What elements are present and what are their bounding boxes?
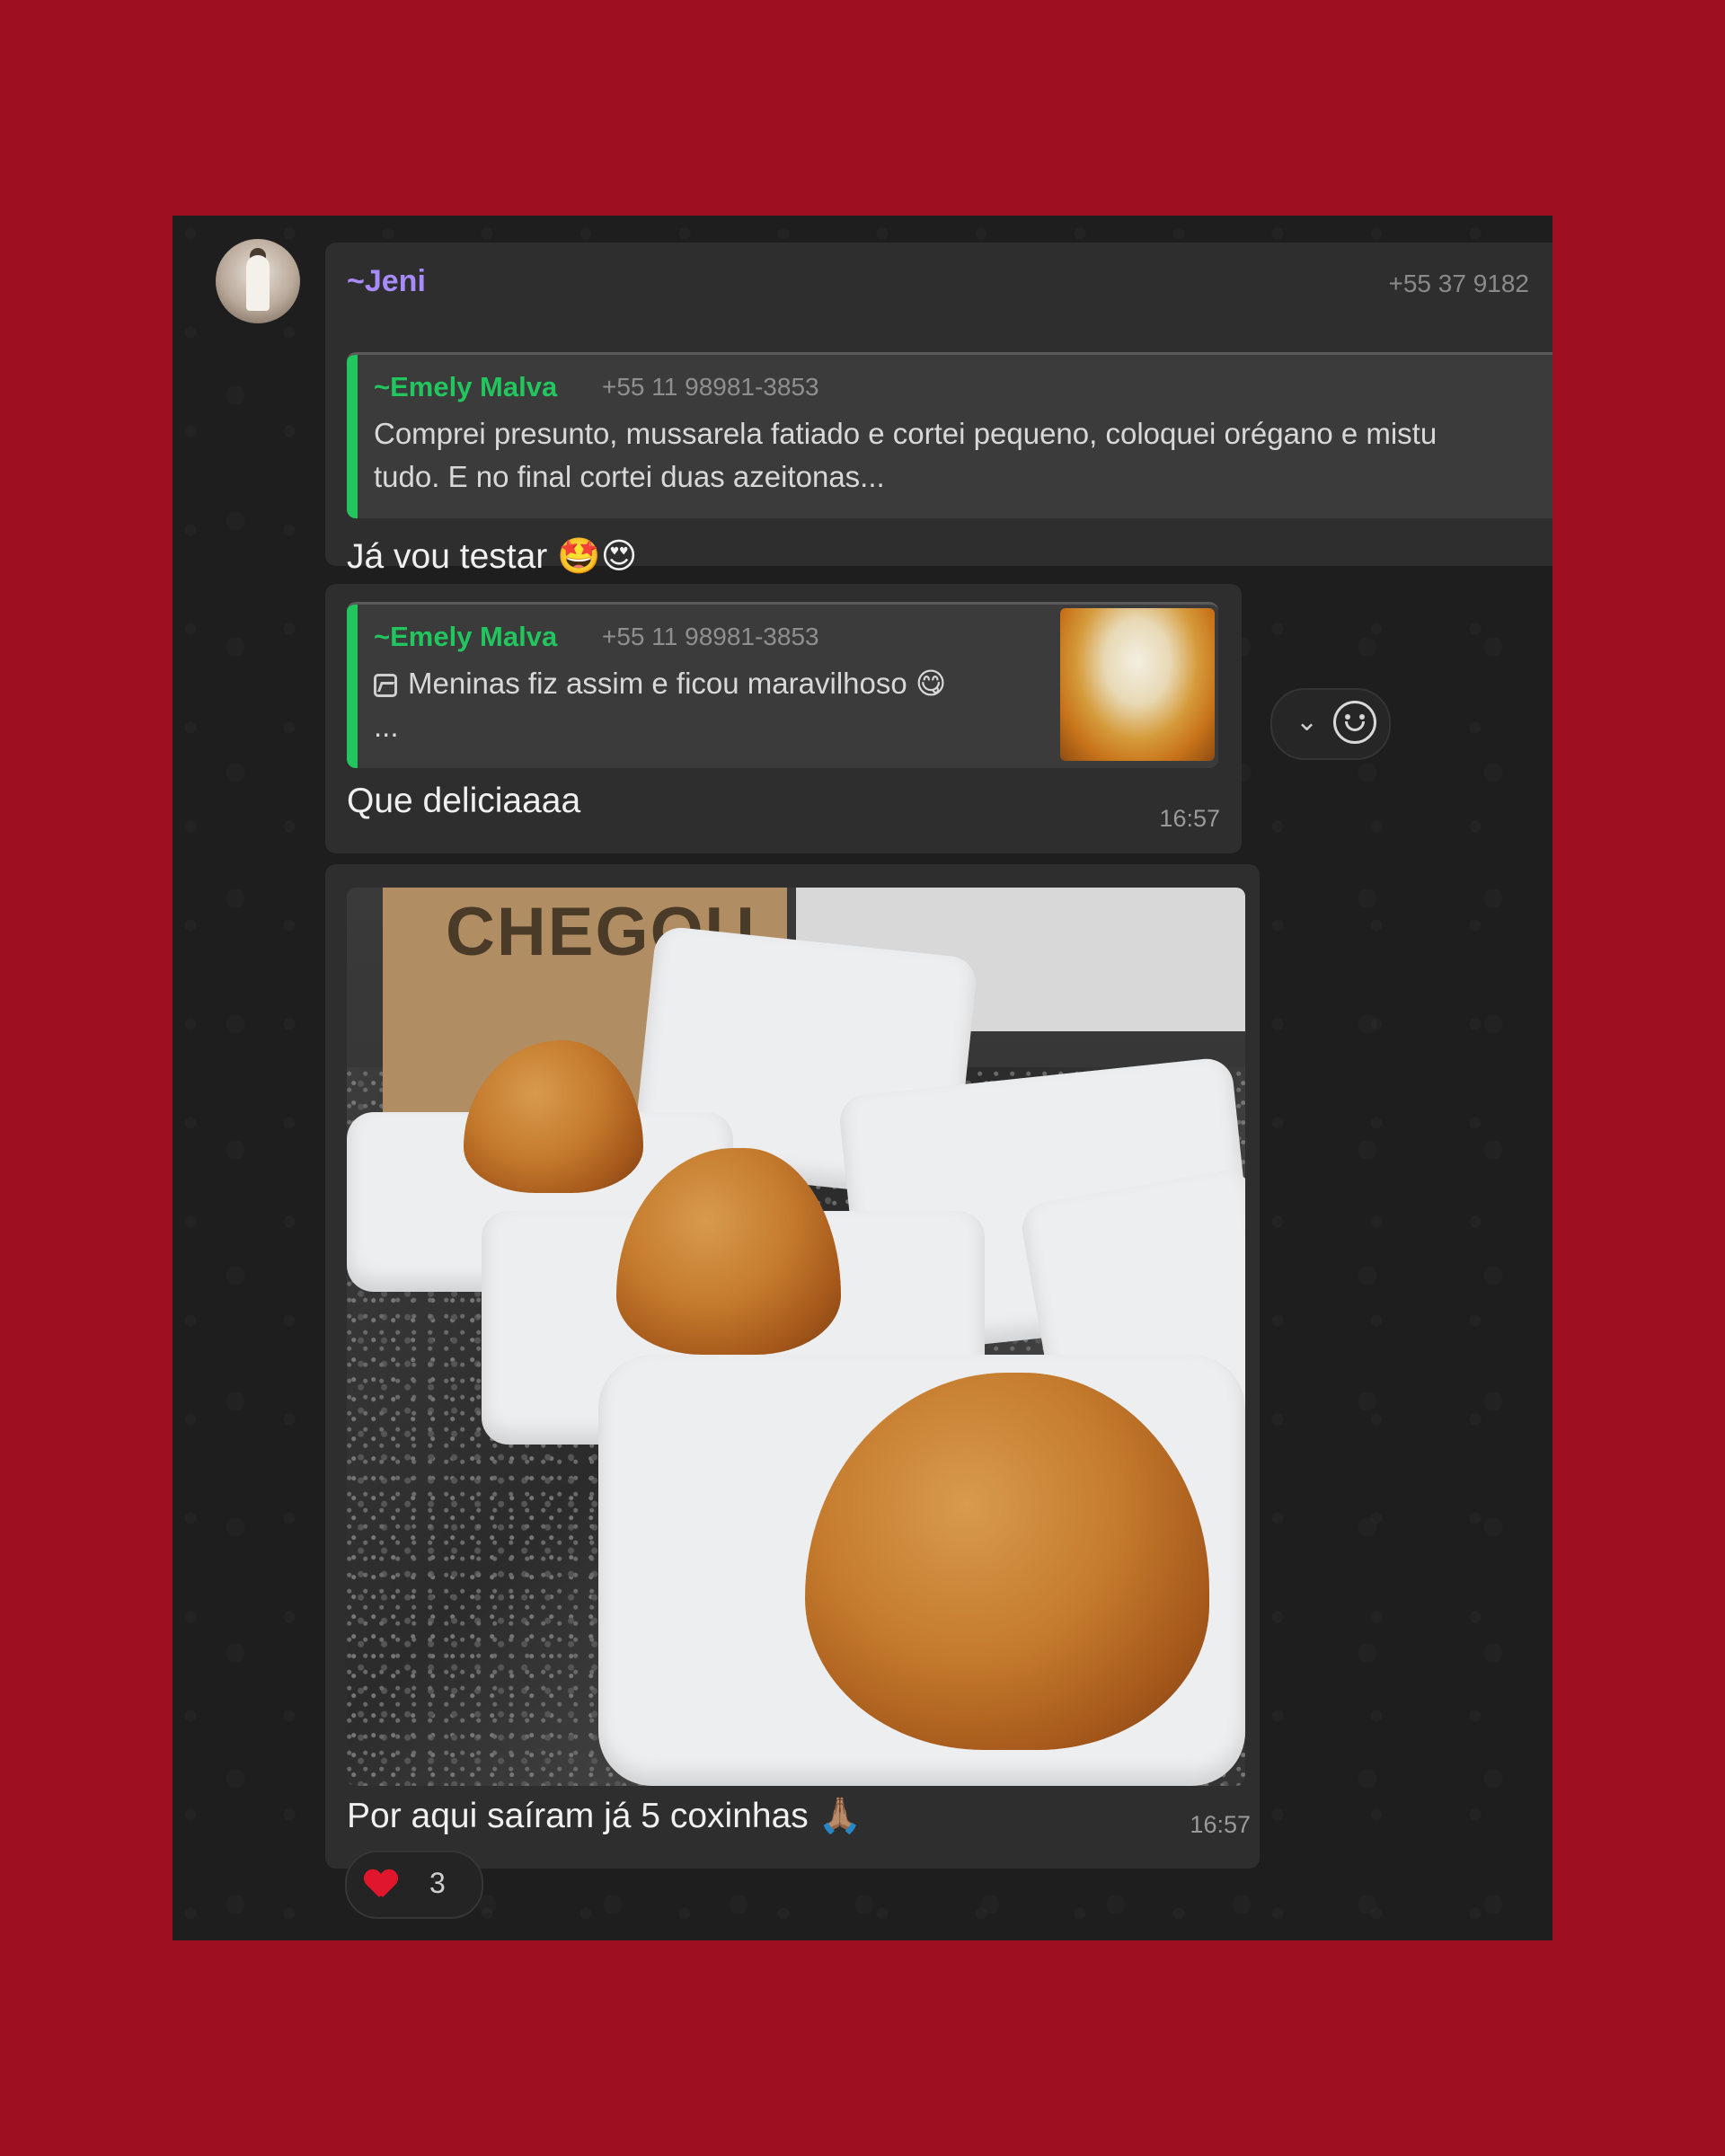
photo-icon xyxy=(374,674,397,697)
smiley-icon[interactable] xyxy=(1333,701,1376,744)
chevron-down-icon[interactable]: ⌄ xyxy=(1296,706,1318,738)
quote-author: ~Emely Malva xyxy=(374,621,558,652)
sender-name[interactable]: ~Jeni xyxy=(347,264,426,299)
message-hover-actions[interactable]: ⌄ xyxy=(1270,688,1391,760)
quote-thumbnail xyxy=(1060,608,1215,761)
quoted-message[interactable]: ~Emely Malva +55 11 98981-3853 Meninas f… xyxy=(347,602,1218,768)
quote-text: Meninas fiz assim e ficou maravilhoso 😋 … xyxy=(374,662,946,748)
message-bubble[interactable]: CHEGOU. Por aqui saíram já 5 coxinhas 🙏🏽… xyxy=(325,864,1260,1869)
reaction-badge[interactable]: 3 xyxy=(345,1851,483,1919)
message-bubble[interactable]: ~Emely Malva +55 11 98981-3853 Meninas f… xyxy=(325,584,1242,853)
message-time: 16:57 xyxy=(1159,805,1220,832)
message-text: Por aqui saíram já 5 coxinhas 🙏🏽 xyxy=(347,1797,862,1835)
quote-text-line-2: ... xyxy=(374,710,399,743)
quote-text-line-1: Meninas fiz assim e ficou maravilhoso 😋 xyxy=(408,667,947,700)
avatar-figure xyxy=(246,255,270,311)
quote-phone: +55 11 98981-3853 xyxy=(602,623,819,650)
message-text: Que deliciaaaa xyxy=(347,782,581,820)
quote-text: Comprei presunto, mussarela fatiado e co… xyxy=(374,412,1552,499)
heart-icon xyxy=(365,1870,397,1899)
reaction-count: 3 xyxy=(429,1867,446,1899)
sender-avatar[interactable] xyxy=(216,239,300,323)
message-time: 16:57 xyxy=(1190,1811,1251,1838)
message-photo[interactable]: CHEGOU. xyxy=(347,888,1245,1786)
quote-text-line-2: tudo. E no final cortei duas azeitonas..… xyxy=(374,460,885,493)
quoted-message[interactable]: ~Emely Malva +55 11 98981-3853 Comprei p… xyxy=(347,352,1552,518)
quote-text-line-1: Comprei presunto, mussarela fatiado e co… xyxy=(374,417,1438,450)
message-bubble[interactable]: ~Jeni +55 37 9182 ~Emely Malva +55 11 98… xyxy=(325,243,1552,576)
chat-panel: ~Jeni +55 37 9182 ~Emely Malva +55 11 98… xyxy=(172,216,1552,1940)
quote-phone: +55 11 98981-3853 xyxy=(602,373,819,401)
sender-phone: +55 37 9182 xyxy=(1388,270,1530,297)
message-text: Já vou testar 🤩😍 xyxy=(347,537,638,576)
quote-author: ~Emely Malva xyxy=(374,371,558,402)
